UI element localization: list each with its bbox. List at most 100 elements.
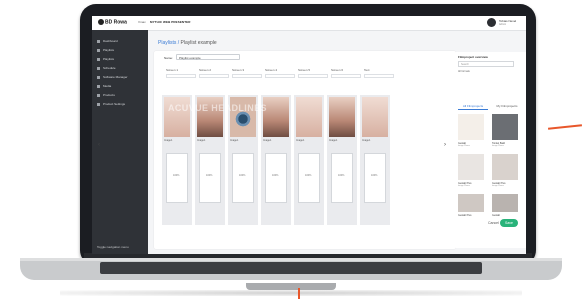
screen-select[interactable] xyxy=(298,74,328,78)
phone-preview[interactable]: 100% xyxy=(298,153,320,203)
phone-label: 100% xyxy=(305,174,312,177)
laptop-shadow xyxy=(60,290,522,296)
panel-item-caption: Gestalt xyxy=(492,214,500,217)
media-slot-7[interactable]: Image1 100% xyxy=(360,95,390,225)
tab-all-filmprojects[interactable]: All Filmprojects xyxy=(458,103,488,110)
name-input[interactable]: Playlist example xyxy=(176,54,240,60)
phone-label: 100% xyxy=(338,174,345,177)
panel-filter[interactable]: All formats xyxy=(458,70,470,73)
sidebar-item-media[interactable]: Media xyxy=(97,83,145,89)
phone-preview[interactable]: 100% xyxy=(331,153,353,203)
media-slot-4[interactable]: Image1 100% xyxy=(261,95,291,225)
screen-select[interactable] xyxy=(265,74,295,78)
phone-label: 100% xyxy=(173,174,180,177)
phone-preview[interactable]: 100% xyxy=(232,153,254,203)
screen-label: Text xyxy=(364,68,370,72)
panel-item-sub: Image Phone xyxy=(492,185,504,187)
thumbnail-caption: Image1 xyxy=(296,139,305,142)
panel-item-image xyxy=(492,114,518,140)
app-logo[interactable]: BD Rowa xyxy=(98,19,127,25)
screen-label: Screen 6 xyxy=(331,68,344,72)
panel-item-image xyxy=(458,194,484,212)
toggle-nav-button[interactable]: Toggle navigation menu xyxy=(97,245,129,249)
trackpad-notch xyxy=(246,283,336,290)
panel-item[interactable]: Gestalt Plus Image Phone xyxy=(458,154,484,188)
panel-search-input[interactable]: Search xyxy=(458,61,514,67)
panel-item-sub: Image Phone xyxy=(492,145,504,147)
breadcrumb-separator: / xyxy=(177,40,180,46)
screen-label: Screen 2 xyxy=(199,68,212,72)
playlist-icon xyxy=(97,57,100,61)
cable-decoration-bottom xyxy=(298,288,300,299)
panel-item-caption: Gestalt Plus xyxy=(458,214,472,217)
screen-label: Screen 5 xyxy=(298,68,311,72)
screen-select[interactable] xyxy=(331,74,361,78)
panel-title: Filmproject overview xyxy=(458,55,488,59)
media-slot-6[interactable]: Image1 100% xyxy=(327,95,357,225)
logo-text: BD Rowa xyxy=(105,19,127,26)
sidebar-item-label: Media xyxy=(103,84,112,88)
sidebar-item-playlists[interactable]: Playlists xyxy=(97,47,145,53)
media-icon xyxy=(97,84,100,88)
scroll-right-icon[interactable]: › xyxy=(444,142,446,148)
breadcrumb-current: Playlist example xyxy=(180,40,217,46)
media-thumbnail[interactable] xyxy=(329,97,355,137)
phone-preview[interactable]: 100% xyxy=(364,153,386,203)
media-slot-2[interactable]: Image1 100% xyxy=(195,95,225,225)
save-button[interactable]: Save xyxy=(500,219,518,227)
thumbnail-caption: Image1 xyxy=(164,139,173,142)
dashboard-icon xyxy=(97,39,100,43)
app-header: BD Rowa Vmax MYTHIC WEB PRESENTER Tobias… xyxy=(92,16,526,31)
avatar[interactable] xyxy=(487,18,496,27)
panel-item[interactable]: Gestalt Plus xyxy=(458,194,484,228)
screen-select[interactable] xyxy=(232,74,262,78)
sidebar-item-label: Schedule xyxy=(103,66,116,70)
phone-label: 100% xyxy=(239,174,246,177)
panel-item-sub: Image Phone xyxy=(458,145,470,147)
panel-item[interactable]: Gestalt Image Phone xyxy=(458,114,484,148)
phone-preview[interactable]: 100% xyxy=(199,153,221,203)
media-slot-3[interactable]: Image1 100% xyxy=(228,95,258,225)
thumbnail-caption: Image1 xyxy=(329,139,338,142)
sidebar-item-products[interactable]: Products xyxy=(97,92,145,98)
sidebar-item-playlists-2[interactable]: Playlists xyxy=(97,56,145,62)
software-icon xyxy=(97,75,100,79)
phone-preview[interactable]: 100% xyxy=(166,153,188,203)
phone-label: 100% xyxy=(272,174,279,177)
scroll-left-icon[interactable]: ‹ xyxy=(98,142,100,148)
breadcrumb-root[interactable]: Playlists xyxy=(158,40,176,46)
tab-my-filmprojects[interactable]: My Filmprojects xyxy=(492,103,522,109)
sidebar-item-label: Playlists xyxy=(103,48,115,52)
sidebar-item-schedule[interactable]: Schedule xyxy=(97,65,145,71)
panel-item-image xyxy=(492,154,518,180)
sidebar-item-software[interactable]: Software Manager xyxy=(97,74,145,80)
playlist-icon xyxy=(97,48,100,52)
logo-icon xyxy=(98,19,104,25)
sidebar-item-dashboard[interactable]: Dashboard xyxy=(97,38,145,44)
breadcrumb: Playlists / Playlist example xyxy=(158,40,217,46)
cancel-button[interactable]: Cancel xyxy=(488,221,499,225)
media-thumbnail[interactable] xyxy=(362,97,388,137)
media-slot-5[interactable]: Image1 100% xyxy=(294,95,324,225)
sidebar: Dashboard Playlists Playlists Schedule S… xyxy=(92,30,148,254)
screen-select[interactable] xyxy=(199,74,229,78)
app-name: MYTHIC WEB PRESENTER xyxy=(150,20,191,24)
panel-item-image xyxy=(458,114,484,140)
sidebar-item-label: Playlists xyxy=(103,57,115,61)
settings-icon xyxy=(97,102,100,106)
headline-overlay: ACUVUE HEADLINES xyxy=(168,103,267,113)
sidebar-item-product-settings[interactable]: Product Settings xyxy=(97,101,145,107)
panel-item[interactable]: Gestalt Plus Image Phone xyxy=(492,154,518,188)
screen-select[interactable] xyxy=(166,74,196,78)
cable-decoration xyxy=(547,124,582,130)
calendar-icon xyxy=(97,66,100,70)
playlist-editor: Name: Playlist example Screen 1 Screen 2… xyxy=(154,51,456,249)
phone-preview[interactable]: 100% xyxy=(265,153,287,203)
products-icon xyxy=(97,93,100,97)
screen-label: Screen 1 xyxy=(166,68,179,72)
media-slot-1[interactable]: Image1 100% xyxy=(162,95,192,225)
thumbnail-caption: Image1 xyxy=(230,139,239,142)
screen-select[interactable] xyxy=(364,74,394,78)
user-role: Admin xyxy=(499,23,507,26)
panel-item[interactable]: Tonkel Bald Image Phone xyxy=(492,114,518,148)
